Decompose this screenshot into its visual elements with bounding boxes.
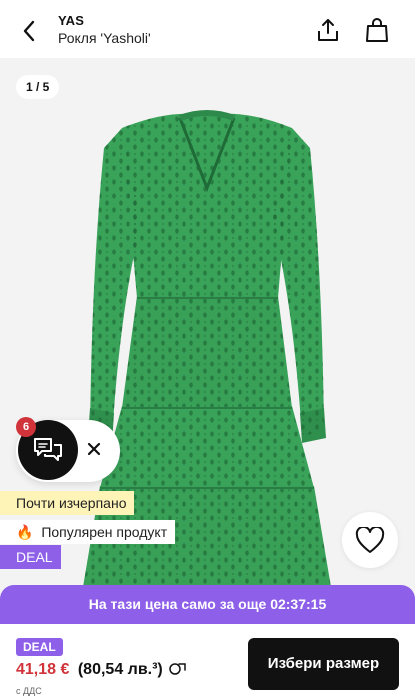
fire-icon: 🔥 — [16, 524, 34, 540]
price: 41,18 € — [16, 661, 70, 678]
chat-notification-badge: 6 — [16, 417, 36, 437]
price-alt-currency: (80,54 лв.³) — [77, 661, 163, 678]
shopping-bag-icon — [366, 18, 388, 42]
popular-product-badge: 🔥 Популярен продукт — [0, 520, 176, 544]
chat-bubbles-icon — [34, 438, 62, 461]
select-size-button[interactable]: Избери размер — [248, 638, 399, 690]
back-button[interactable] — [14, 16, 44, 46]
heart-icon — [355, 526, 385, 553]
chat-close-button[interactable] — [82, 437, 106, 461]
popular-product-label: Популярен продукт — [41, 524, 168, 540]
close-icon — [87, 442, 101, 456]
deal-price-badge: DEAL — [16, 638, 63, 656]
price-info-icon[interactable] — [169, 660, 187, 676]
top-bar: YAS Рокля 'Yasholi' — [0, 0, 415, 58]
product-title: Рокля 'Yasholi' — [58, 30, 151, 46]
brand-name[interactable]: YAS — [58, 13, 84, 28]
share-button[interactable] — [312, 14, 344, 46]
price-line: 41,18 € (80,54 лв.³) — [16, 660, 187, 679]
vat-note: с ДДС — [16, 686, 42, 696]
purchase-bar: DEAL 41,18 € (80,54 лв.³) с ДДС Избери р… — [0, 624, 415, 700]
deal-badge: DEAL — [0, 545, 61, 569]
deal-countdown-banner: На тази цена само за още 02:37:15 — [0, 585, 415, 625]
cart-button[interactable] — [361, 14, 393, 46]
image-counter: 1 / 5 — [16, 75, 60, 99]
add-to-wishlist-button[interactable] — [342, 512, 398, 568]
chevron-left-icon — [23, 20, 35, 42]
low-stock-badge: Почти изчерпано — [0, 491, 135, 515]
share-icon — [318, 19, 338, 41]
